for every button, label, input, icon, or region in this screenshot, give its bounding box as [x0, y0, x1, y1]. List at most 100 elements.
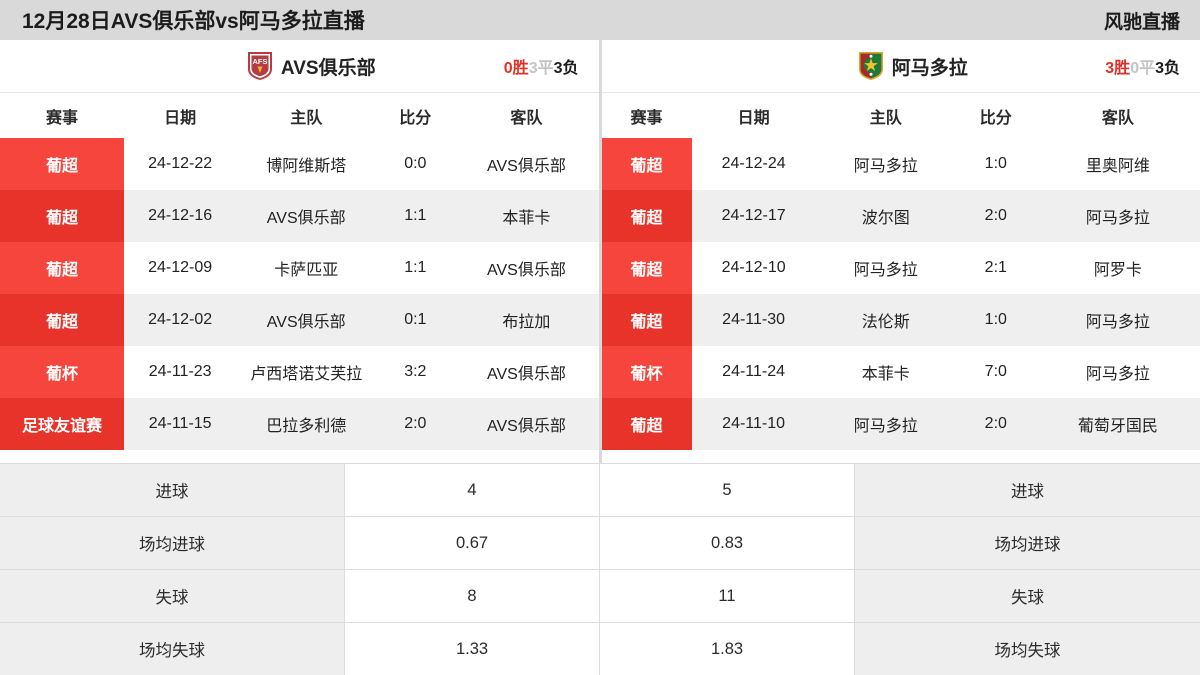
match-date: 24-12-22	[148, 155, 213, 172]
amadora-crest-icon	[858, 52, 883, 80]
table-row[interactable]: 葡超 24-12-16 AVS俱乐部 1:1 本菲卡	[0, 190, 599, 242]
right-table-header-row: 赛事 日期 主队 比分 客队	[601, 93, 1200, 138]
right-team-record: 3胜0平3负	[1105, 54, 1180, 78]
right-col-score: 比分	[955, 93, 1036, 138]
match-score: 1:1	[404, 259, 427, 276]
away-team: 里奥阿维	[1085, 158, 1150, 175]
match-date: 24-11-24	[722, 363, 786, 380]
match-date: 24-12-17	[691, 190, 816, 242]
home-team: 巴拉多利德	[236, 398, 377, 450]
match-score: 0:1	[376, 294, 455, 346]
away-team: 本菲卡	[454, 190, 599, 242]
right-col-away: 客队	[1035, 93, 1200, 138]
right-team-panel: 阿马多拉 3胜0平3负 赛事 日期 主队 比分 客队 葡超 24-12-24 阿…	[601, 40, 1200, 463]
right-col-league: 赛事	[601, 93, 692, 138]
left-team-panel: AFS AVS俱乐部 0胜3平3负 赛事 日期 主队 比分 客队 葡超 24-1…	[0, 40, 599, 463]
stat-row: 进球 4 5 进球	[0, 464, 1200, 517]
away-team: 阿罗卡	[1093, 262, 1142, 279]
league-badge: 葡杯	[0, 346, 125, 398]
right-record-draws: 0平	[1130, 60, 1156, 77]
stat-value-right: 5	[600, 464, 855, 516]
table-row[interactable]: 葡杯 24-11-23 卢西塔诺艾芙拉 3:2 AVS俱乐部	[0, 346, 599, 398]
table-row[interactable]: 葡超 24-11-30 法伦斯 1:0 阿马多拉	[601, 294, 1200, 346]
stat-value-left: 4	[345, 464, 600, 516]
home-team: AVS俱乐部	[236, 190, 377, 242]
league-badge: 葡超	[0, 138, 125, 190]
table-row[interactable]: 葡超 24-12-17 波尔图 2:0 阿马多拉	[601, 190, 1200, 242]
right-team-name: 阿马多拉	[891, 57, 968, 79]
match-date: 24-11-30	[691, 294, 816, 346]
home-team: 法伦斯	[815, 294, 956, 346]
stat-row: 场均进球 0.67 0.83 场均进球	[0, 517, 1200, 570]
match-date: 24-11-23	[148, 363, 212, 380]
match-score: 7:0	[984, 363, 1007, 380]
league-badge: 葡超	[601, 398, 692, 450]
home-team: 博阿维斯塔	[266, 158, 347, 175]
page-header: 12月28日AVS俱乐部vs阿马多拉直播 风驰直播	[0, 0, 1200, 40]
match-score: 2:0	[955, 398, 1036, 450]
left-team-header: AFS AVS俱乐部 0胜3平3负	[0, 40, 599, 93]
table-row[interactable]: 葡超 24-12-10 阿马多拉 2:1 阿罗卡	[601, 242, 1200, 294]
stat-label-left: 场均失球	[0, 623, 345, 675]
left-col-date: 日期	[124, 93, 237, 138]
away-team: AVS俱乐部	[487, 366, 566, 383]
match-date: 24-12-10	[721, 259, 786, 276]
stat-value-left: 8	[345, 570, 600, 622]
stat-label-left: 进球	[0, 464, 345, 516]
match-date: 24-12-16	[124, 190, 237, 242]
home-team: 阿马多拉	[853, 158, 918, 175]
match-score: 1:1	[376, 190, 455, 242]
league-badge: 葡超	[601, 242, 692, 294]
svg-text:AFS: AFS	[252, 57, 267, 66]
league-badge: 足球友谊赛	[0, 398, 125, 450]
home-team: 卡萨匹亚	[274, 262, 339, 279]
stat-label-left: 失球	[0, 570, 345, 622]
stat-label-right: 失球	[855, 570, 1200, 622]
home-team: 卢西塔诺艾芙拉	[250, 366, 363, 383]
stat-row: 场均失球 1.33 1.83 场均失球	[0, 623, 1200, 675]
stat-label-left: 场均进球	[0, 517, 345, 569]
league-badge: 葡超	[601, 294, 692, 346]
away-team: AVS俱乐部	[454, 398, 599, 450]
stat-value-right: 1.83	[600, 623, 855, 675]
table-row[interactable]: 葡超 24-12-02 AVS俱乐部 0:1 布拉加	[0, 294, 599, 346]
league-badge: 葡超	[0, 190, 125, 242]
match-date: 24-12-02	[124, 294, 237, 346]
right-col-date: 日期	[691, 93, 816, 138]
left-col-league: 赛事	[0, 93, 125, 138]
away-team: 阿马多拉	[1085, 366, 1150, 383]
home-team: AVS俱乐部	[236, 294, 377, 346]
left-col-score: 比分	[376, 93, 455, 138]
left-col-away: 客队	[454, 93, 599, 138]
table-row[interactable]: 葡超 24-11-10 阿马多拉 2:0 葡萄牙国民	[601, 398, 1200, 450]
match-date: 24-12-24	[721, 155, 786, 172]
left-record-losses: 3负	[553, 60, 579, 77]
home-team: 波尔图	[815, 190, 956, 242]
home-team: 阿马多拉	[815, 398, 956, 450]
table-row[interactable]: 葡超 24-12-22 博阿维斯塔 0:0 AVS俱乐部	[0, 138, 599, 190]
table-row[interactable]: 足球友谊赛 24-11-15 巴拉多利德 2:0 AVS俱乐部	[0, 398, 599, 450]
left-team-record: 0胜3平3负	[504, 54, 579, 78]
match-score: 3:2	[404, 363, 427, 380]
league-badge: 葡超	[601, 190, 692, 242]
away-team: 阿马多拉	[1035, 294, 1200, 346]
league-badge: 葡超	[601, 138, 692, 190]
match-date: 24-12-09	[148, 259, 213, 276]
match-score: 0:0	[404, 155, 427, 172]
league-badge: 葡超	[0, 294, 125, 346]
home-team: 本菲卡	[861, 366, 910, 383]
left-table-header-row: 赛事 日期 主队 比分 客队	[0, 93, 599, 138]
table-row[interactable]: 葡超 24-12-09 卡萨匹亚 1:1 AVS俱乐部	[0, 242, 599, 294]
table-row[interactable]: 葡杯 24-11-24 本菲卡 7:0 阿马多拉	[601, 346, 1200, 398]
avs-crest-icon: AFS	[247, 52, 272, 80]
away-team: AVS俱乐部	[487, 158, 566, 175]
stat-label-right: 场均进球	[855, 517, 1200, 569]
left-record-wins: 0胜	[503, 60, 529, 77]
stat-value-left: 1.33	[345, 623, 600, 675]
left-col-home: 主队	[236, 93, 377, 138]
stats-comparison: 进球 4 5 进球 场均进球 0.67 0.83 场均进球 失球 8 11 失球…	[0, 463, 1200, 675]
right-col-home: 主队	[815, 93, 956, 138]
match-date: 24-11-10	[691, 398, 816, 450]
table-row[interactable]: 葡超 24-12-24 阿马多拉 1:0 里奥阿维	[601, 138, 1200, 190]
stat-value-left: 0.67	[345, 517, 600, 569]
